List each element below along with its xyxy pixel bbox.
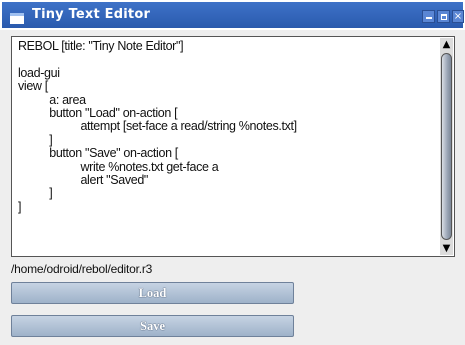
title-bar[interactable]: Tiny Text Editor ×	[0, 0, 465, 30]
scrollbar-thumb[interactable]	[441, 53, 452, 240]
text-area[interactable]: REBOL [title: "Tiny Note Editor"] load-g…	[11, 36, 455, 257]
maximize-button[interactable]	[437, 10, 450, 23]
load-button[interactable]: Load	[11, 282, 294, 304]
minimize-icon	[426, 17, 432, 19]
scroll-down-icon[interactable]: ▼	[440, 242, 453, 255]
text-area-content[interactable]: REBOL [title: "Tiny Note Editor"] load-g…	[18, 39, 438, 254]
window-icon	[10, 13, 24, 24]
title-bar-background: Tiny Text Editor	[2, 2, 463, 28]
file-path-label: /home/odroid/rebol/editor.r3	[11, 262, 153, 276]
minimize-button[interactable]	[422, 10, 435, 23]
window-title: Tiny Text Editor	[32, 7, 151, 22]
vertical-scrollbar[interactable]: ▲ ▼	[440, 38, 453, 255]
scroll-up-icon[interactable]: ▲	[440, 38, 453, 51]
save-button[interactable]: Save	[11, 315, 294, 337]
maximize-icon	[441, 14, 447, 20]
close-button[interactable]: ×	[452, 10, 464, 23]
close-icon: ×	[453, 11, 463, 22]
